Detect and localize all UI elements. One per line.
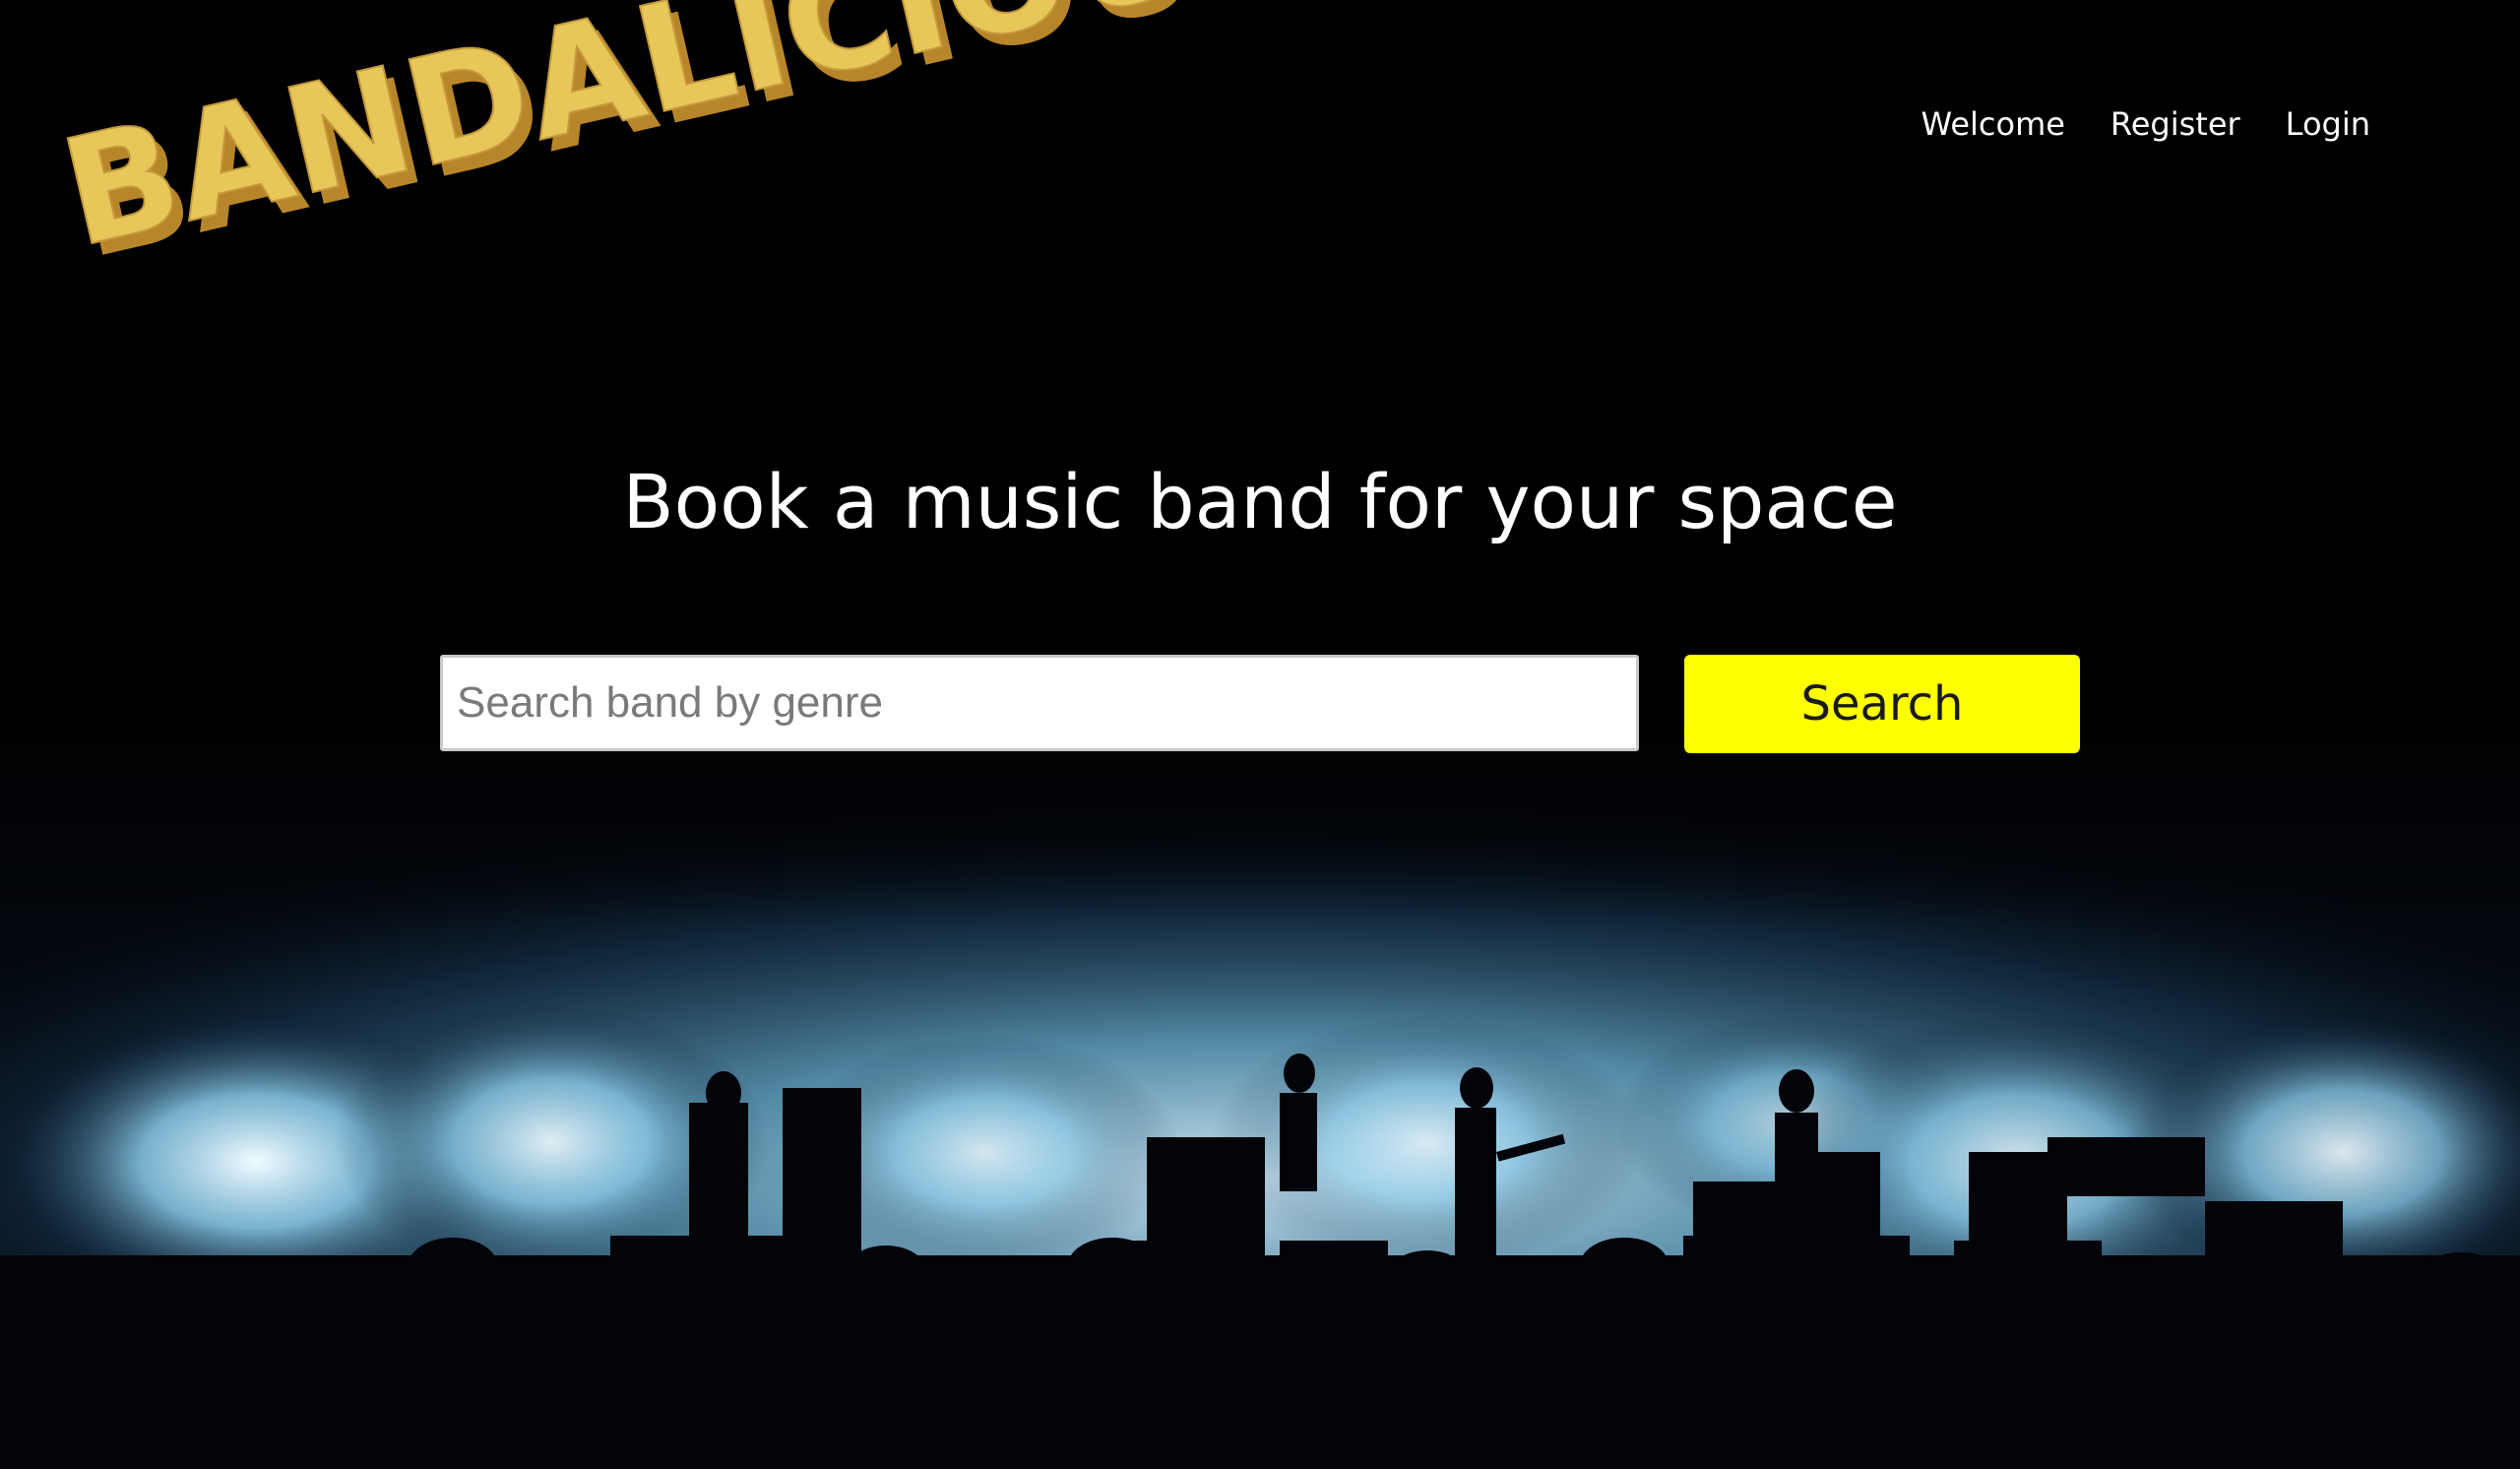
logo-text: BANDALICIOUS [48,0,1306,281]
bandalicious-logo[interactable]: BANDALICIOUS BANDALICIOUS [47,0,1317,292]
search-button[interactable]: Search [1684,655,2080,753]
top-navigation: Welcome Register Login [1922,98,2370,150]
nav-link-register[interactable]: Register [2110,98,2240,150]
hero-headline: Book a music band for your space [622,458,1898,545]
concert-background-image [0,689,2520,1469]
nav-link-login[interactable]: Login [2286,98,2370,150]
nav-link-welcome[interactable]: Welcome [1922,98,2065,150]
landing-page: BANDALICIOUS BANDALICIOUS Welcome Regist… [0,0,2520,1469]
genre-search-input[interactable] [440,655,1639,751]
